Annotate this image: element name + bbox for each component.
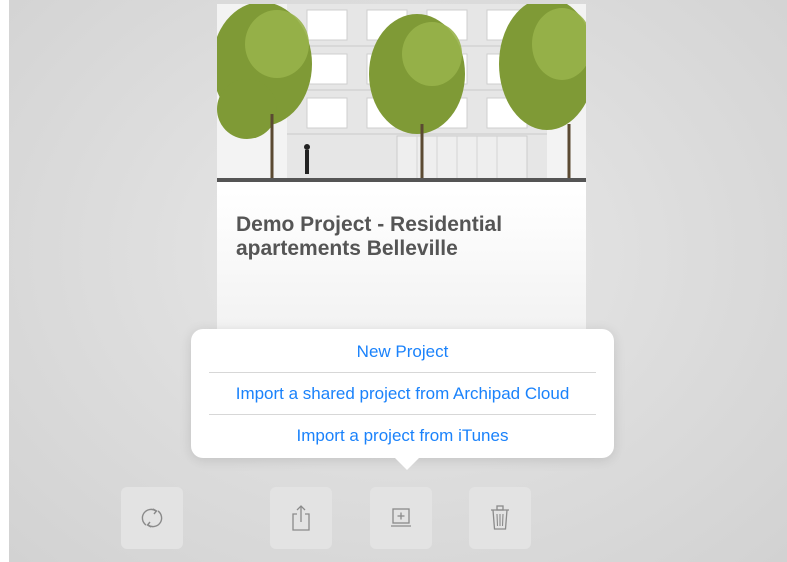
import-archipad-cloud-menu-item[interactable]: Import a shared project from Archipad Cl… xyxy=(191,373,614,415)
add-project-popover: New Project Import a shared project from… xyxy=(191,329,614,458)
share-icon xyxy=(292,505,310,531)
add-project-button[interactable] xyxy=(370,487,432,549)
delete-button[interactable] xyxy=(469,487,531,549)
trash-icon xyxy=(491,505,509,530)
project-thumbnail xyxy=(217,4,586,182)
project-title: Demo Project - Residential apartements B… xyxy=(236,213,503,260)
workspace-background: Demo Project - Residential apartements B… xyxy=(9,0,787,562)
sync-button[interactable] xyxy=(121,487,183,549)
project-card[interactable]: Demo Project - Residential apartements B… xyxy=(217,4,586,344)
share-button[interactable] xyxy=(270,487,332,549)
popover-arrow xyxy=(393,456,421,470)
new-project-menu-item[interactable]: New Project xyxy=(191,331,614,373)
sync-icon xyxy=(141,508,163,528)
import-itunes-menu-item[interactable]: Import a project from iTunes xyxy=(191,415,614,457)
add-project-icon xyxy=(391,508,411,527)
